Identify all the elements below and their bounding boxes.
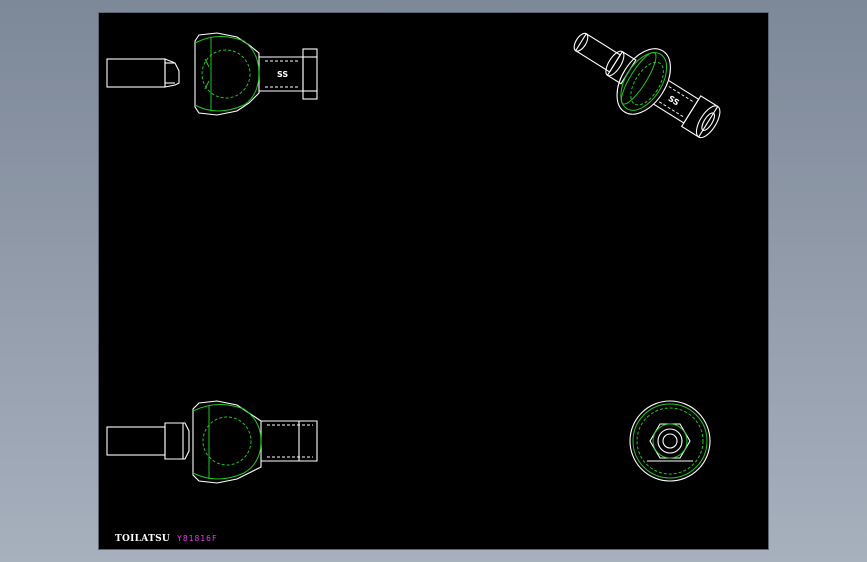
front-view: SS bbox=[106, 32, 318, 116]
drawing-canvas: SS SS bbox=[106, 32, 721, 484]
part-mark-iso: SS bbox=[667, 94, 681, 108]
part-code-label: Y81816F bbox=[177, 534, 218, 543]
bottom-view bbox=[106, 400, 318, 484]
part-mark-front: SS bbox=[277, 70, 288, 79]
brand-label: TOILATSU bbox=[115, 534, 171, 544]
isometric-view: SS bbox=[573, 32, 721, 139]
end-view bbox=[629, 400, 711, 482]
cad-viewport[interactable]: SS SS TOILATSU Y81816F bbox=[99, 13, 768, 549]
